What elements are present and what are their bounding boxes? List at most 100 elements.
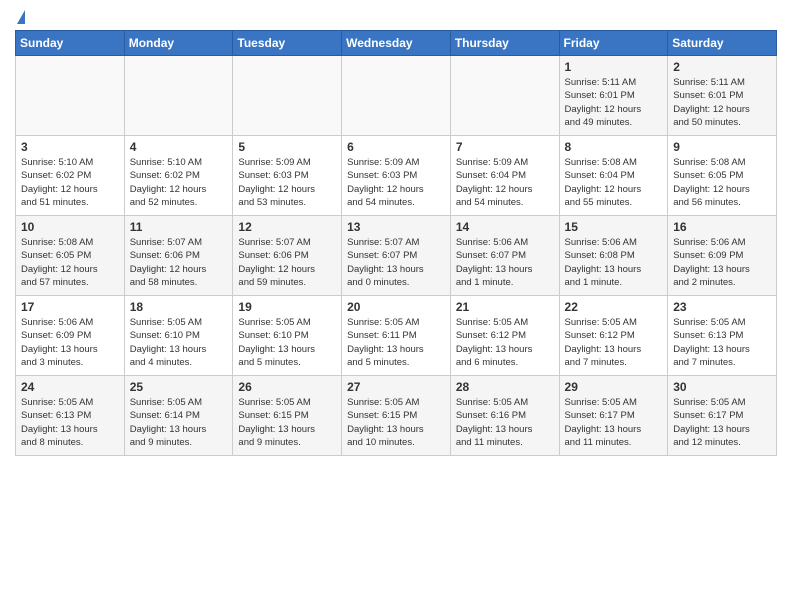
day-number: 25	[130, 380, 228, 394]
logo-icon	[17, 10, 25, 24]
day-number: 3	[21, 140, 119, 154]
calendar-cell: 10 Sunrise: 5:08 AM Sunset: 6:05 PM Dayli…	[16, 216, 125, 296]
page-header	[15, 10, 777, 24]
day-info: Sunrise: 5:05 AM Sunset: 6:17 PM Dayligh…	[673, 396, 771, 449]
day-info: Sunrise: 5:05 AM Sunset: 6:15 PM Dayligh…	[347, 396, 445, 449]
day-number: 23	[673, 300, 771, 314]
calendar-cell	[16, 56, 125, 136]
day-info: Sunrise: 5:08 AM Sunset: 6:04 PM Dayligh…	[565, 156, 663, 209]
calendar-table: SundayMondayTuesdayWednesdayThursdayFrid…	[15, 30, 777, 456]
day-info: Sunrise: 5:06 AM Sunset: 6:08 PM Dayligh…	[565, 236, 663, 289]
day-number: 1	[565, 60, 663, 74]
day-number: 22	[565, 300, 663, 314]
calendar-cell: 5 Sunrise: 5:09 AM Sunset: 6:03 PM Daylig…	[233, 136, 342, 216]
day-info: Sunrise: 5:10 AM Sunset: 6:02 PM Dayligh…	[21, 156, 119, 209]
day-number: 29	[565, 380, 663, 394]
calendar-cell: 16 Sunrise: 5:06 AM Sunset: 6:09 PM Dayli…	[668, 216, 777, 296]
day-info: Sunrise: 5:11 AM Sunset: 6:01 PM Dayligh…	[673, 76, 771, 129]
day-number: 19	[238, 300, 336, 314]
day-number: 9	[673, 140, 771, 154]
day-number: 17	[21, 300, 119, 314]
day-info: Sunrise: 5:09 AM Sunset: 6:04 PM Dayligh…	[456, 156, 554, 209]
calendar-cell: 28Sunrise: 5:05 AM Sunset: 6:16 PM Dayli…	[450, 376, 559, 456]
calendar-cell: 9 Sunrise: 5:08 AM Sunset: 6:05 PM Daylig…	[668, 136, 777, 216]
day-number: 12	[238, 220, 336, 234]
day-info: Sunrise: 5:05 AM Sunset: 6:13 PM Dayligh…	[673, 316, 771, 369]
calendar-week-row: 3 Sunrise: 5:10 AM Sunset: 6:02 PM Daylig…	[16, 136, 777, 216]
calendar-cell: 1 Sunrise: 5:11 AM Sunset: 6:01 PM Daylig…	[559, 56, 668, 136]
calendar-week-row: 24 Sunrise: 5:05 AM Sunset: 6:13 PM Dayli…	[16, 376, 777, 456]
calendar-cell: 14 Sunrise: 5:06 AM Sunset: 6:07 PM Dayli…	[450, 216, 559, 296]
day-info: Sunrise: 5:09 AM Sunset: 6:03 PM Dayligh…	[347, 156, 445, 209]
day-info: Sunrise: 5:08 AM Sunset: 6:05 PM Dayligh…	[21, 236, 119, 289]
day-number: 10	[21, 220, 119, 234]
calendar-cell: 23 Sunrise: 5:05 AM Sunset: 6:13 PM Dayli…	[668, 296, 777, 376]
calendar-cell: 6 Sunrise: 5:09 AM Sunset: 6:03 PM Daylig…	[342, 136, 451, 216]
calendar-header-wednesday: Wednesday	[342, 31, 451, 56]
day-number: 4	[130, 140, 228, 154]
calendar-cell: 17 Sunrise: 5:06 AM Sunset: 6:09 PM Dayli…	[16, 296, 125, 376]
day-number: 5	[238, 140, 336, 154]
calendar-cell: 12 Sunrise: 5:07 AM Sunset: 6:06 PM Dayli…	[233, 216, 342, 296]
day-info: Sunrise: 5:06 AM Sunset: 6:09 PM Dayligh…	[673, 236, 771, 289]
day-info: Sunrise: 5:07 AM Sunset: 6:06 PM Dayligh…	[130, 236, 228, 289]
calendar-cell: 18 Sunrise: 5:05 AM Sunset: 6:10 PM Dayli…	[124, 296, 233, 376]
day-number: 11	[130, 220, 228, 234]
calendar-cell: 13Sunrise: 5:07 AM Sunset: 6:07 PM Dayli…	[342, 216, 451, 296]
calendar-cell: 8Sunrise: 5:08 AM Sunset: 6:04 PM Daylig…	[559, 136, 668, 216]
day-number: 28	[456, 380, 554, 394]
day-number: 2	[673, 60, 771, 74]
calendar-week-row: 1 Sunrise: 5:11 AM Sunset: 6:01 PM Daylig…	[16, 56, 777, 136]
calendar-cell	[233, 56, 342, 136]
calendar-cell: 4 Sunrise: 5:10 AM Sunset: 6:02 PM Daylig…	[124, 136, 233, 216]
day-info: Sunrise: 5:05 AM Sunset: 6:17 PM Dayligh…	[565, 396, 663, 449]
calendar-header-row: SundayMondayTuesdayWednesdayThursdayFrid…	[16, 31, 777, 56]
calendar-cell: 22 Sunrise: 5:05 AM Sunset: 6:12 PM Dayli…	[559, 296, 668, 376]
calendar-cell: 15 Sunrise: 5:06 AM Sunset: 6:08 PM Dayli…	[559, 216, 668, 296]
day-number: 16	[673, 220, 771, 234]
day-number: 15	[565, 220, 663, 234]
calendar-header-monday: Monday	[124, 31, 233, 56]
day-number: 18	[130, 300, 228, 314]
day-number: 24	[21, 380, 119, 394]
day-number: 7	[456, 140, 554, 154]
day-number: 6	[347, 140, 445, 154]
day-info: Sunrise: 5:11 AM Sunset: 6:01 PM Dayligh…	[565, 76, 663, 129]
day-info: Sunrise: 5:05 AM Sunset: 6:10 PM Dayligh…	[238, 316, 336, 369]
calendar-header-friday: Friday	[559, 31, 668, 56]
day-number: 27	[347, 380, 445, 394]
calendar-cell: 26 Sunrise: 5:05 AM Sunset: 6:15 PM Dayli…	[233, 376, 342, 456]
day-number: 13	[347, 220, 445, 234]
day-info: Sunrise: 5:05 AM Sunset: 6:12 PM Dayligh…	[456, 316, 554, 369]
day-info: Sunrise: 5:05 AM Sunset: 6:11 PM Dayligh…	[347, 316, 445, 369]
day-info: Sunrise: 5:05 AM Sunset: 6:10 PM Dayligh…	[130, 316, 228, 369]
day-info: Sunrise: 5:05 AM Sunset: 6:14 PM Dayligh…	[130, 396, 228, 449]
calendar-header-thursday: Thursday	[450, 31, 559, 56]
day-number: 21	[456, 300, 554, 314]
calendar-week-row: 17 Sunrise: 5:06 AM Sunset: 6:09 PM Dayli…	[16, 296, 777, 376]
calendar-cell: 20 Sunrise: 5:05 AM Sunset: 6:11 PM Dayli…	[342, 296, 451, 376]
logo	[15, 10, 25, 24]
calendar-cell	[450, 56, 559, 136]
day-info: Sunrise: 5:05 AM Sunset: 6:13 PM Dayligh…	[21, 396, 119, 449]
day-info: Sunrise: 5:10 AM Sunset: 6:02 PM Dayligh…	[130, 156, 228, 209]
day-info: Sunrise: 5:06 AM Sunset: 6:09 PM Dayligh…	[21, 316, 119, 369]
calendar-cell: 24 Sunrise: 5:05 AM Sunset: 6:13 PM Dayli…	[16, 376, 125, 456]
day-number: 20	[347, 300, 445, 314]
day-info: Sunrise: 5:07 AM Sunset: 6:06 PM Dayligh…	[238, 236, 336, 289]
day-info: Sunrise: 5:05 AM Sunset: 6:12 PM Dayligh…	[565, 316, 663, 369]
calendar-cell: 21 Sunrise: 5:05 AM Sunset: 6:12 PM Dayli…	[450, 296, 559, 376]
calendar-cell: 2 Sunrise: 5:11 AM Sunset: 6:01 PM Daylig…	[668, 56, 777, 136]
day-number: 14	[456, 220, 554, 234]
day-info: Sunrise: 5:06 AM Sunset: 6:07 PM Dayligh…	[456, 236, 554, 289]
calendar-header-tuesday: Tuesday	[233, 31, 342, 56]
day-number: 26	[238, 380, 336, 394]
calendar-cell: 27 Sunrise: 5:05 AM Sunset: 6:15 PM Dayli…	[342, 376, 451, 456]
day-info: Sunrise: 5:09 AM Sunset: 6:03 PM Dayligh…	[238, 156, 336, 209]
calendar-header-saturday: Saturday	[668, 31, 777, 56]
calendar-cell: 30Sunrise: 5:05 AM Sunset: 6:17 PM Dayli…	[668, 376, 777, 456]
calendar-cell: 11 Sunrise: 5:07 AM Sunset: 6:06 PM Dayli…	[124, 216, 233, 296]
day-info: Sunrise: 5:05 AM Sunset: 6:15 PM Dayligh…	[238, 396, 336, 449]
day-info: Sunrise: 5:08 AM Sunset: 6:05 PM Dayligh…	[673, 156, 771, 209]
calendar-cell: 3 Sunrise: 5:10 AM Sunset: 6:02 PM Daylig…	[16, 136, 125, 216]
